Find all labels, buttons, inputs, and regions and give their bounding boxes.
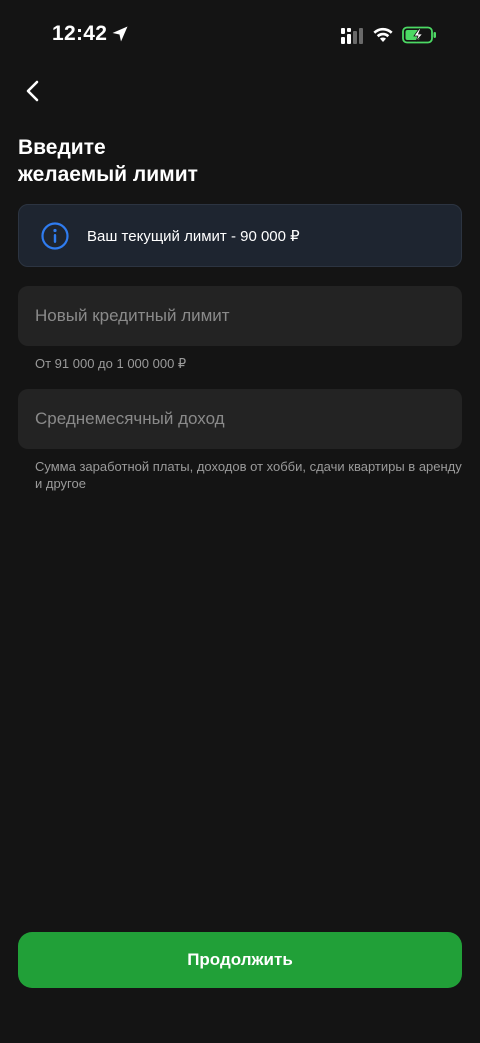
credit-limit-field[interactable] — [18, 286, 462, 346]
status-bar: 12:42 — [0, 0, 480, 72]
income-hint: Сумма заработной платы, доходов от хобби… — [35, 459, 462, 491]
current-limit-card: Ваш текущий лимит - 90 000 ₽ — [18, 204, 462, 267]
credit-limit-hint: От 91 000 до 1 000 000 ₽ — [35, 356, 187, 371]
current-limit-text: Ваш текущий лимит - 90 000 ₽ — [87, 227, 300, 245]
credit-limit-input[interactable] — [18, 286, 462, 346]
back-button[interactable] — [16, 74, 50, 108]
location-arrow-icon — [112, 26, 128, 42]
signal-icon — [341, 28, 363, 44]
info-icon — [41, 221, 69, 250]
continue-button[interactable]: Продолжить — [18, 932, 462, 988]
page-title-line-1: Введите — [18, 136, 106, 159]
wifi-icon — [373, 27, 393, 42]
battery-charging-icon — [402, 26, 436, 44]
chevron-left-icon — [26, 80, 39, 102]
income-input[interactable] — [18, 389, 462, 449]
page-title: Введите желаемый лимит — [18, 134, 458, 188]
page-title-line-2: желаемый лимит — [18, 163, 198, 186]
status-time: 12:42 — [52, 22, 108, 45]
income-field[interactable] — [18, 389, 462, 449]
